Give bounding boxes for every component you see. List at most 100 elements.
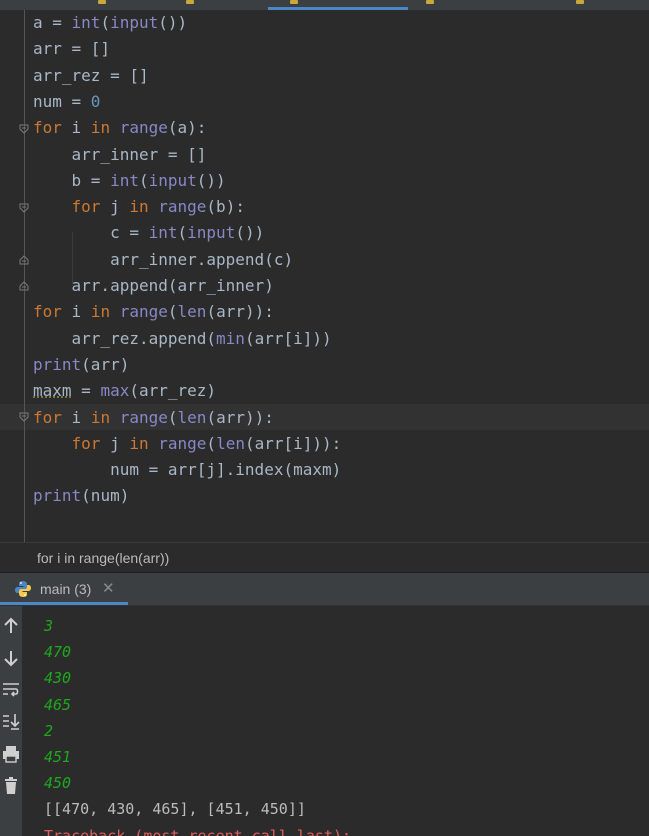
scroll-to-end-icon[interactable] — [1, 712, 21, 732]
soft-wrap-icon[interactable] — [1, 680, 21, 700]
code-line[interactable]: num = 0 — [33, 89, 100, 115]
code-token: len — [177, 407, 207, 427]
trash-icon[interactable] — [1, 776, 21, 796]
code-token: int — [71, 13, 101, 32]
code-token: for — [71, 197, 101, 217]
code-token: len — [216, 433, 245, 453]
code-token: min — [216, 328, 245, 348]
code-line[interactable]: arr = [] — [33, 36, 110, 62]
fold-open-icon[interactable] — [19, 412, 29, 422]
code-token: print — [33, 354, 82, 374]
run-console[interactable]: 3 470 430 465 2 451 450 [[470, 430, 465], [451,… — [0, 606, 649, 836]
fold-open-icon[interactable] — [19, 203, 29, 213]
code-token: print — [33, 486, 82, 506]
code-token: (arr)): — [206, 302, 274, 322]
python-file-icon — [98, 0, 106, 4]
code-line[interactable]: for i in range(a): — [33, 115, 206, 141]
code-token: ( — [206, 433, 217, 453]
code-token: (arr[i])) — [244, 328, 332, 348]
code-token: input — [187, 223, 236, 243]
arrow-up-icon[interactable] — [1, 616, 21, 636]
gutter-divider — [24, 10, 25, 542]
breadcrumb[interactable]: for i in range(len(arr)) — [0, 542, 649, 573]
fold-close-icon[interactable] — [19, 255, 29, 265]
editor-tab[interactable] — [90, 0, 120, 8]
code-token: max — [100, 381, 130, 401]
code-token: i — [61, 118, 91, 138]
code-token: i — [61, 407, 91, 427]
editor-tab-strip[interactable] — [0, 0, 649, 10]
code-line[interactable]: for j in range(len(arr[i])): — [33, 431, 342, 457]
code-token: for — [33, 118, 62, 138]
code-token: ( — [167, 302, 178, 322]
code-line[interactable]: print(arr) — [33, 352, 129, 378]
code-token: input — [148, 170, 197, 190]
python-file-icon — [426, 0, 434, 4]
code-line[interactable]: for i in range(len(arr)): — [33, 299, 274, 325]
console-input-line: 470 — [44, 643, 72, 662]
code-line[interactable]: maxm = max(arr_rez) — [33, 378, 216, 404]
code-token: (b): — [206, 197, 245, 217]
code-token: maxm — [33, 381, 72, 401]
fold-open-icon[interactable] — [19, 124, 29, 134]
breadcrumb-label[interactable]: for i in range(len(arr)) — [37, 550, 169, 566]
code-line[interactable]: num = arr[j].index(maxm) — [33, 457, 341, 483]
code-token: arr = [] — [33, 39, 111, 59]
close-icon[interactable]: ✕ — [102, 579, 115, 597]
console-output-line: [[470, 430, 465], [451, 450]] — [44, 800, 306, 819]
code-line[interactable]: arr_rez.append(min(arr[i])) — [33, 326, 332, 352]
code-line[interactable]: print(num) — [33, 483, 129, 509]
arrow-down-icon[interactable] — [1, 648, 21, 668]
code-token: ( — [100, 13, 111, 32]
code-line[interactable]: a = int(input()) — [33, 10, 187, 36]
code-line[interactable]: for i in range(len(arr)): — [33, 405, 274, 431]
code-line[interactable]: b = int(input()) — [33, 168, 226, 194]
code-token: c = — [33, 223, 149, 243]
code-token: arr_rez.append( — [33, 328, 217, 348]
python-file-icon — [186, 0, 194, 4]
code-token: (num) — [81, 486, 130, 506]
code-line[interactable]: arr.append(arr_inner) — [33, 273, 274, 299]
code-token: ()) — [196, 170, 226, 190]
code-token: range — [119, 407, 168, 427]
code-token: (arr[i])): — [244, 433, 342, 453]
code-token: arr_rez = [] — [33, 65, 149, 85]
code-token: ( — [177, 223, 188, 243]
code-token: j — [100, 197, 130, 217]
code-token: range — [119, 302, 168, 322]
code-line[interactable]: arr_rez = [] — [33, 63, 149, 89]
code-token: range — [119, 118, 168, 138]
fold-close-icon[interactable] — [19, 281, 29, 291]
code-editor[interactable]: a = int(input()) arr = [] arr_rez = [] num … — [0, 10, 649, 542]
editor-tab[interactable] — [568, 0, 598, 8]
run-tab[interactable]: main (3) ✕ — [0, 573, 128, 605]
code-line[interactable]: arr_inner = [] — [33, 142, 207, 168]
run-tool-window-header: main (3) ✕ — [0, 573, 649, 606]
code-token: for — [33, 302, 62, 322]
code-token: (arr)): — [206, 407, 274, 427]
editor-tab[interactable] — [418, 0, 448, 8]
code-token: num = — [33, 91, 91, 111]
code-token: for — [33, 407, 62, 427]
code-token: ( — [167, 407, 178, 427]
python-file-icon — [290, 0, 298, 4]
print-icon[interactable] — [1, 744, 21, 764]
code-token: in — [90, 302, 111, 322]
console-input-line: 3 — [44, 617, 54, 635]
code-token: in — [129, 197, 149, 217]
code-token: int — [148, 223, 178, 243]
code-token: len — [177, 302, 207, 322]
code-token: num = arr[j].index(maxm) — [33, 460, 342, 480]
code-token: range — [158, 433, 207, 453]
code-token: ()) — [235, 223, 265, 243]
active-run-tab-indicator — [0, 602, 128, 605]
code-line[interactable]: c = int(input()) — [33, 220, 264, 246]
code-line[interactable]: for j in range(b): — [33, 194, 245, 220]
editor-tab[interactable] — [178, 0, 208, 8]
code-line[interactable]: arr_inner.append(c) — [33, 247, 293, 273]
code-token: j — [100, 433, 130, 453]
